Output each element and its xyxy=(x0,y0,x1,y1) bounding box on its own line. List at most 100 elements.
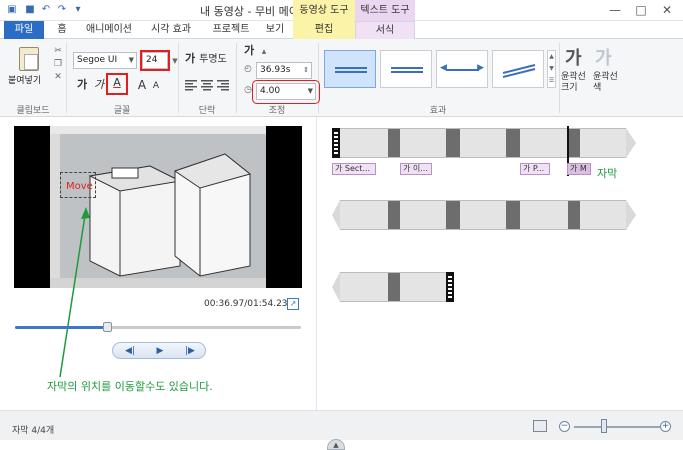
font-color-button[interactable]: A xyxy=(106,73,128,95)
effect-none[interactable] xyxy=(324,50,376,88)
redo-icon[interactable]: ↷ xyxy=(56,4,68,16)
outline-size-button[interactable]: 윤곽선 크기 xyxy=(561,72,589,94)
transparency-icon: 가 xyxy=(184,52,196,65)
paste-icon[interactable] xyxy=(19,47,39,71)
caption-overlay-text[interactable]: Move xyxy=(66,181,93,192)
clip-thumbnail[interactable] xyxy=(340,200,388,230)
font-size-select[interactable]: 24 xyxy=(140,50,170,71)
group-separator xyxy=(178,43,179,113)
context-tab-video-tools: 동영상 도구 xyxy=(293,0,355,21)
next-frame-button[interactable]: |▶ xyxy=(175,344,205,358)
clip-thumbnail[interactable] xyxy=(580,128,626,158)
undo-icon[interactable]: ↶ xyxy=(40,4,52,16)
clip-thumbnail[interactable] xyxy=(568,200,580,230)
group-label-effects: 효과 xyxy=(429,106,447,116)
maximize-button[interactable]: □ xyxy=(632,2,650,18)
ribbon-tabs: 파일 홈 애니메이션 시각 효과 프로젝트 보기 편집 서식 xyxy=(0,21,683,40)
clip-thumbnail[interactable] xyxy=(506,200,520,230)
customize-quick-access-icon[interactable]: ▾ xyxy=(72,4,84,16)
transparency-button[interactable]: 투명도 xyxy=(196,53,230,67)
clip-thumbnail[interactable] xyxy=(460,200,506,230)
tab-animation[interactable]: 애니메이션 xyxy=(80,21,138,39)
paste-button[interactable]: 붙여넣기 xyxy=(8,73,41,86)
context-tab-text-tools: 텍스트 도구 xyxy=(355,0,415,21)
clip-thumbnail[interactable] xyxy=(446,128,460,158)
previous-frame-button[interactable]: ◀| xyxy=(115,344,145,358)
clip-thumbnail[interactable] xyxy=(520,128,568,158)
clip-thumbnail[interactable] xyxy=(388,272,400,302)
clip-thumbnail[interactable] xyxy=(400,128,446,158)
grow-font-button[interactable]: A xyxy=(136,78,148,92)
tab-view[interactable]: 보기 xyxy=(262,21,288,39)
align-right-icon[interactable] xyxy=(216,79,230,91)
clip-thumbnail[interactable] xyxy=(568,128,580,158)
row-start-arrow xyxy=(332,272,340,302)
fullscreen-button[interactable]: ↗ xyxy=(287,298,299,310)
clip-thumbnail[interactable] xyxy=(400,200,446,230)
clip-thumbnail[interactable] xyxy=(446,200,460,230)
close-button[interactable]: ✕ xyxy=(658,2,676,18)
italic-button[interactable]: 가 xyxy=(92,78,106,92)
clip-thumbnail[interactable] xyxy=(340,272,388,302)
background-color-dropdown-icon[interactable]: ▴ xyxy=(258,46,270,58)
save-icon[interactable]: ■ xyxy=(24,4,36,16)
storyboard-view-icon[interactable] xyxy=(533,420,547,432)
clip-thumbnail[interactable] xyxy=(400,272,446,302)
duration-select[interactable]: 4.00 ▼ xyxy=(256,83,316,100)
effect-fly[interactable] xyxy=(492,50,544,88)
tab-home[interactable]: 홈 xyxy=(50,21,74,39)
arrow-left-icon: ◀ xyxy=(440,63,447,73)
zoom-out-button[interactable]: − xyxy=(559,421,570,432)
playback-time: 00:36.97/01:54.23 xyxy=(204,299,288,309)
seek-bar[interactable] xyxy=(15,322,301,332)
clip-thumbnail[interactable] xyxy=(460,128,506,158)
zoom-slider[interactable] xyxy=(574,426,660,428)
font-family-select[interactable]: Segoe UI ▼ xyxy=(73,52,137,69)
clip-thumbnail[interactable] xyxy=(340,128,388,158)
clip-thumbnail[interactable] xyxy=(506,128,520,158)
clip-thumbnail[interactable] xyxy=(580,200,626,230)
effect-expand[interactable]: ◀ ▶ xyxy=(436,50,488,88)
tab-visual-effects[interactable]: 시각 효과 xyxy=(144,21,198,39)
clip-thumbnail[interactable] xyxy=(388,200,400,230)
zoom-in-button[interactable]: + xyxy=(660,421,671,432)
minimize-button[interactable]: — xyxy=(606,2,624,18)
collapse-chevron-up-icon[interactable]: ▲ xyxy=(327,439,345,450)
seek-progress xyxy=(15,326,107,329)
cut-icon[interactable]: ✂ xyxy=(52,45,64,57)
copy-icon[interactable]: ❐ xyxy=(52,58,64,70)
effect-preview xyxy=(335,71,367,73)
align-left-icon[interactable] xyxy=(184,79,198,91)
caption-item-selected[interactable]: 가 M xyxy=(567,163,591,175)
clip-thumbnail[interactable] xyxy=(520,200,568,230)
effect-preview xyxy=(391,71,423,73)
zoom-thumb[interactable] xyxy=(601,419,608,433)
tab-edit[interactable]: 편집 xyxy=(293,21,355,39)
font-family-value: Segoe UI xyxy=(77,55,118,65)
tab-format[interactable]: 서식 xyxy=(355,21,415,40)
caption-item[interactable]: 가 이... xyxy=(400,163,432,175)
play-button[interactable]: ▶ xyxy=(145,344,175,358)
group-separator xyxy=(559,43,560,113)
tab-project[interactable]: 프로젝트 xyxy=(204,21,258,39)
chevron-down-icon[interactable]: ▼ xyxy=(169,55,181,67)
clip-thumbnail[interactable] xyxy=(388,128,400,158)
annotation-arrow xyxy=(59,207,90,378)
clear-icon[interactable]: ✕ xyxy=(52,71,64,83)
caption-item[interactable]: 가 Sect... xyxy=(332,163,376,175)
bold-button[interactable]: 가 xyxy=(75,78,89,92)
outline-color-button[interactable]: 윤곽선 색 xyxy=(593,72,619,94)
tab-file[interactable]: 파일 xyxy=(4,21,44,39)
group-label-paragraph: 단락 xyxy=(198,106,216,116)
outline-color-icon: 가 xyxy=(595,48,612,69)
background-color-icon[interactable]: 가 xyxy=(242,44,256,58)
align-center-icon[interactable] xyxy=(200,79,214,91)
start-time-input[interactable]: 36.93s ⇕ xyxy=(256,62,312,79)
group-label-clipboard: 클립보드 xyxy=(16,106,50,116)
effect-fade[interactable] xyxy=(380,50,432,88)
shrink-font-button[interactable]: A xyxy=(150,79,162,93)
row-start-arrow xyxy=(332,200,340,230)
seek-thumb[interactable] xyxy=(102,322,112,332)
caption-item[interactable]: 가 P... xyxy=(520,163,550,175)
effects-gallery-scroll[interactable]: ▲ ▼ ☰ xyxy=(547,50,556,88)
